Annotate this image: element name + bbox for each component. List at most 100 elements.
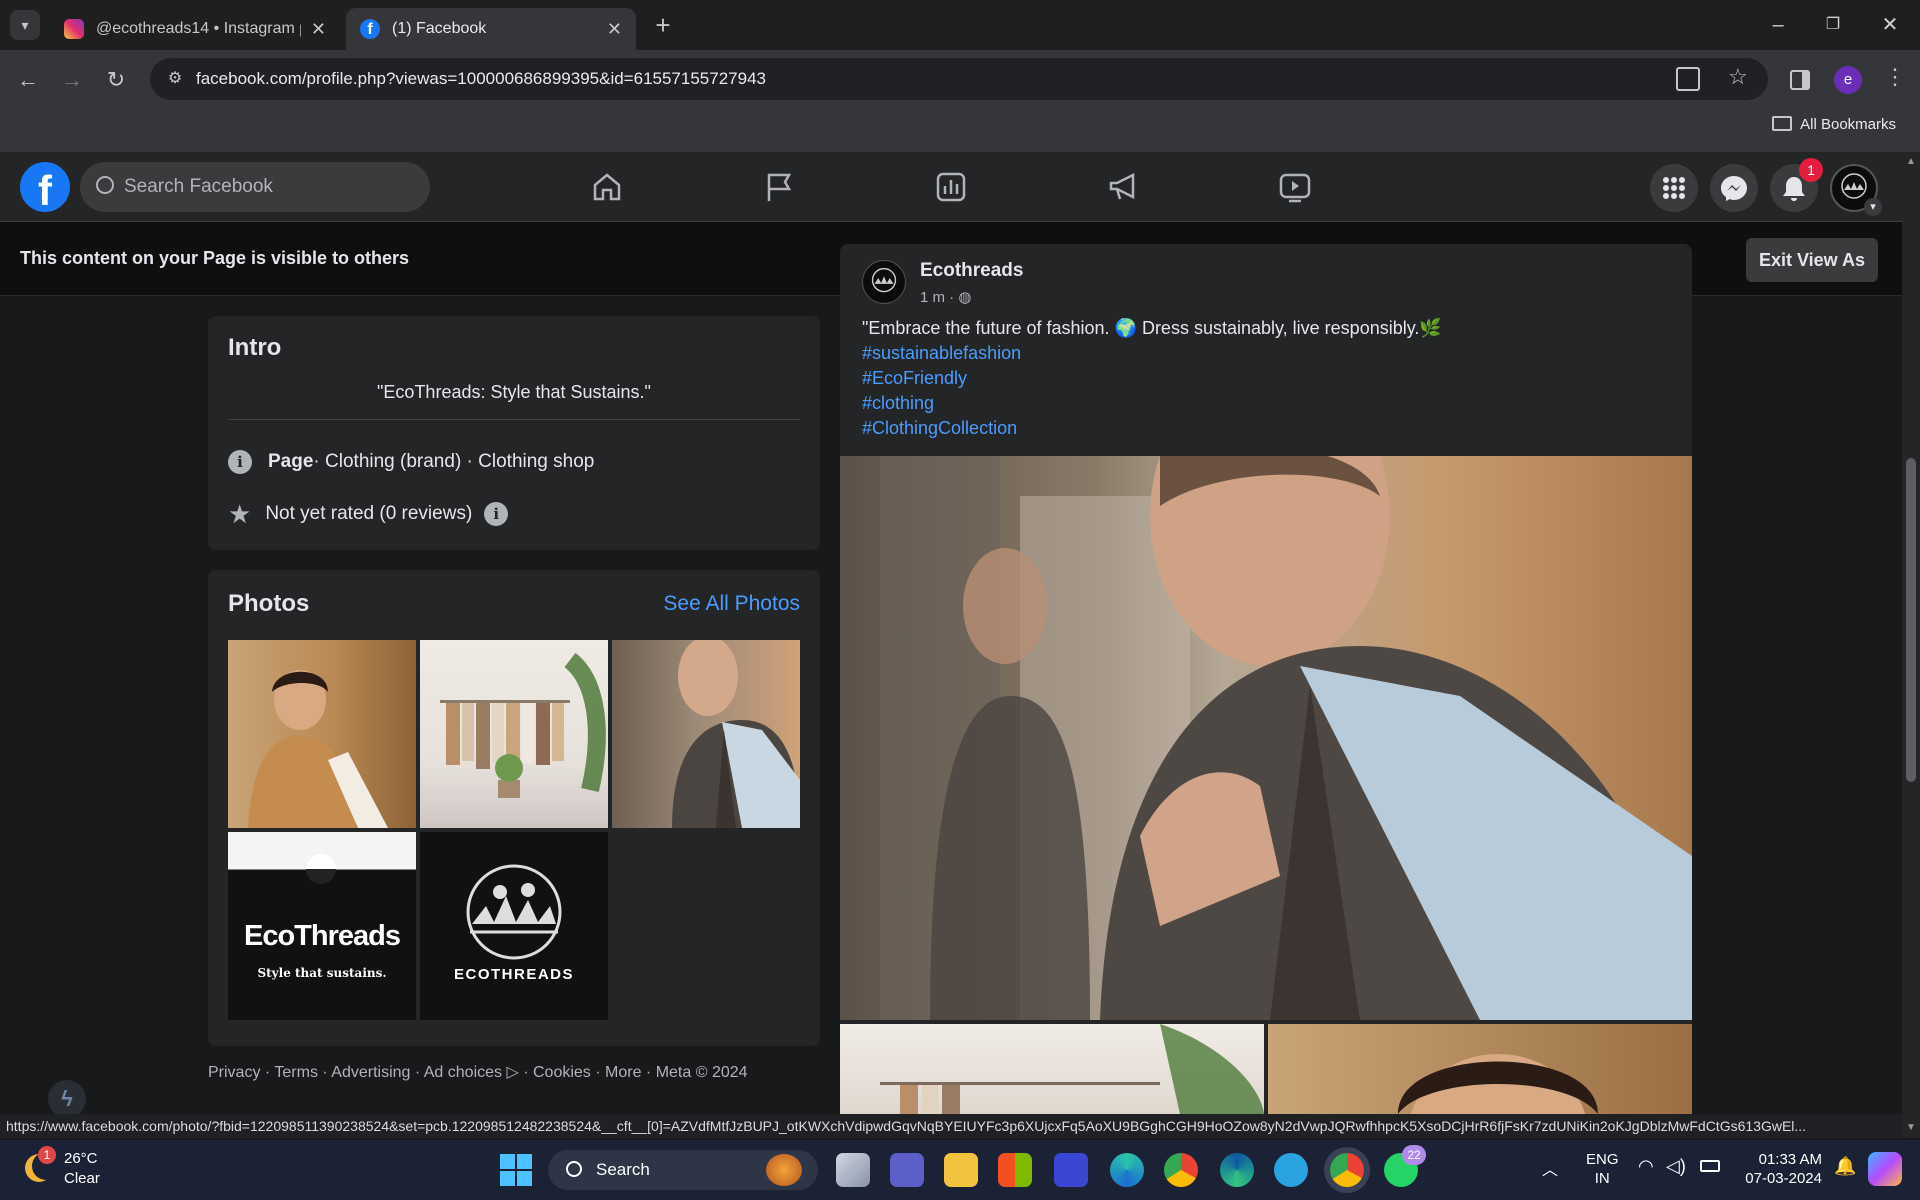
post-main-image[interactable] xyxy=(840,456,1692,1020)
photo-thumbnail[interactable]: EcoThreads Style that sustains. xyxy=(228,832,416,1020)
site-settings-icon[interactable]: ⚙ xyxy=(164,68,186,90)
notification-badge: 1 xyxy=(1799,158,1823,182)
clothing-rack-photo xyxy=(440,652,606,798)
app-icon[interactable] xyxy=(1054,1153,1088,1187)
page-avatar[interactable]: ▾ xyxy=(1830,164,1882,216)
category-text: · Clothing (brand) · Clothing shop xyxy=(313,451,595,472)
wifi-icon[interactable]: ◠ xyxy=(1638,1156,1654,1177)
globe-icon: ◍ xyxy=(958,289,972,306)
post-card: Ecothreads 1 m · ◍ "Embrace the future o… xyxy=(840,244,1692,1114)
weather-temp: 26°C xyxy=(64,1150,98,1167)
windows-start-icon[interactable] xyxy=(500,1154,532,1186)
chevron-down-icon[interactable]: ▾ xyxy=(1864,198,1882,216)
hashtag-link[interactable]: #clothing xyxy=(862,393,934,414)
address-bar[interactable]: ⚙ facebook.com/profile.php?viewas=100000… xyxy=(150,58,1768,100)
side-panel-icon[interactable] xyxy=(1790,70,1810,90)
tab-search-button[interactable]: ▾ xyxy=(10,10,40,40)
store-icon[interactable] xyxy=(998,1153,1032,1187)
scroll-up-arrow[interactable]: ▲ xyxy=(1906,156,1916,167)
post-text: "Embrace the future of fashion. 🌍 Dress … xyxy=(862,318,1442,338)
ecothreads-logo-icon xyxy=(871,267,897,293)
scrollbar-thumb[interactable] xyxy=(1906,458,1916,782)
close-icon[interactable]: ✕ xyxy=(311,19,326,40)
home-icon[interactable] xyxy=(590,170,624,204)
bookmark-star-icon[interactable]: ☆ xyxy=(1728,64,1748,90)
reload-icon[interactable]: ↻ xyxy=(100,64,132,96)
url-text: facebook.com/profile.php?viewas=10000068… xyxy=(196,69,766,88)
menu-kebab-icon[interactable]: ⋮ xyxy=(1884,64,1906,90)
info-icon: i xyxy=(228,450,252,474)
forward-icon[interactable]: → xyxy=(56,64,88,96)
minimize-icon[interactable]: – xyxy=(1763,10,1793,40)
menu-grid-button[interactable] xyxy=(1650,164,1698,212)
copilot-icon[interactable] xyxy=(1868,1152,1902,1186)
messenger-button[interactable] xyxy=(1710,164,1758,212)
weather-widget[interactable]: 1 26°C Clear xyxy=(18,1146,118,1192)
install-app-icon[interactable] xyxy=(1676,67,1700,91)
see-all-photos-link[interactable]: See All Photos xyxy=(663,592,800,616)
chrome-icon[interactable] xyxy=(1164,1153,1198,1187)
task-view-icon[interactable] xyxy=(836,1153,870,1187)
info-icon[interactable]: i xyxy=(484,502,509,526)
photos-card: Photos See All Photos EcoThreads Style t… xyxy=(208,570,820,1046)
close-icon[interactable]: ✕ xyxy=(607,19,622,40)
ecothreads-logo-icon xyxy=(466,864,562,960)
post-image-rack[interactable] xyxy=(840,1024,1264,1114)
man-mirror-photo xyxy=(880,456,1692,1020)
show-hidden-icons[interactable]: ︿ xyxy=(1542,1156,1558,1180)
chrome-profile-icon[interactable] xyxy=(1330,1153,1364,1187)
hashtag-link[interactable]: #EcoFriendly xyxy=(862,368,967,389)
scroll-down-arrow[interactable]: ▼ xyxy=(1906,1122,1916,1133)
edge-beta-icon[interactable] xyxy=(1110,1153,1144,1187)
notification-bell-icon[interactable]: 🔔 xyxy=(1834,1156,1856,1177)
post-author-name[interactable]: Ecothreads xyxy=(920,260,1023,282)
back-icon[interactable]: ← xyxy=(12,64,44,96)
footer-links[interactable]: Privacy · Terms · Advertising · Ad choic… xyxy=(208,1062,748,1082)
notifications-button[interactable]: 1 xyxy=(1770,158,1823,212)
tab-facebook[interactable]: f (1) Facebook ✕ xyxy=(346,8,636,50)
photo-thumbnail[interactable] xyxy=(612,640,800,828)
restore-icon[interactable]: ❐ xyxy=(1818,10,1848,40)
photo-thumbnail[interactable]: ECOTHREADS xyxy=(420,832,608,1020)
megaphone-icon[interactable] xyxy=(1106,170,1140,204)
exit-view-as-button[interactable]: Exit View As xyxy=(1746,238,1878,282)
clock-date: 07-03-2024 xyxy=(1745,1170,1822,1187)
facebook-logo[interactable]: f xyxy=(20,162,70,212)
post-time[interactable]: 1 m · xyxy=(920,289,954,306)
windows-taskbar: 1 26°C Clear Search 22 ︿ ENG IN ◠ ◁) 01:… xyxy=(0,1140,1920,1200)
teams-icon[interactable] xyxy=(890,1153,924,1187)
floating-widget-icon[interactable]: ϟ xyxy=(48,1080,86,1118)
tab-instagram[interactable]: @ecothreads14 • Instagram ph ✕ xyxy=(50,8,340,50)
close-window-icon[interactable]: ✕ xyxy=(1875,10,1905,40)
flag-icon[interactable] xyxy=(762,170,796,204)
bookmarks-label: All Bookmarks xyxy=(1800,116,1896,133)
edge-icon[interactable] xyxy=(1220,1153,1254,1187)
battery-icon[interactable] xyxy=(1700,1160,1720,1172)
post-image-woman[interactable] xyxy=(1268,1024,1692,1114)
hashtag-link[interactable]: #ClothingCollection xyxy=(862,418,1017,439)
taskbar-search[interactable]: Search xyxy=(548,1150,818,1190)
new-tab-button[interactable]: + xyxy=(648,10,678,40)
video-icon[interactable] xyxy=(1278,170,1312,204)
profile-avatar[interactable]: e xyxy=(1834,66,1862,94)
search-input[interactable]: Search Facebook xyxy=(80,162,430,212)
insights-icon[interactable] xyxy=(934,170,968,204)
volume-icon[interactable]: ◁) xyxy=(1666,1156,1686,1177)
facebook-icon: f xyxy=(360,19,380,39)
photo-thumbnail[interactable] xyxy=(228,640,416,828)
region-code: IN xyxy=(1594,1170,1610,1187)
taskbar-search-label: Search xyxy=(596,1160,650,1179)
whatsapp-badge: 22 xyxy=(1402,1145,1426,1165)
language-indicator[interactable]: ENG IN xyxy=(1586,1150,1619,1188)
post-author-avatar[interactable] xyxy=(862,260,906,304)
whatsapp-icon[interactable]: 22 xyxy=(1384,1145,1426,1187)
hashtag-link[interactable]: #sustainablefashion xyxy=(862,343,1021,364)
file-explorer-icon[interactable] xyxy=(944,1153,978,1187)
photo-thumbnail[interactable] xyxy=(420,640,608,828)
all-bookmarks[interactable]: All Bookmarks xyxy=(1772,116,1896,133)
page-scrollbar[interactable]: ▲ ▼ xyxy=(1902,152,1920,1138)
clock[interactable]: 01:33 AM 07-03-2024 xyxy=(1732,1150,1822,1188)
telegram-icon[interactable] xyxy=(1274,1153,1308,1187)
woman-photo xyxy=(1398,1054,1598,1114)
intro-bio: "EcoThreads: Style that Sustains." xyxy=(377,382,651,402)
